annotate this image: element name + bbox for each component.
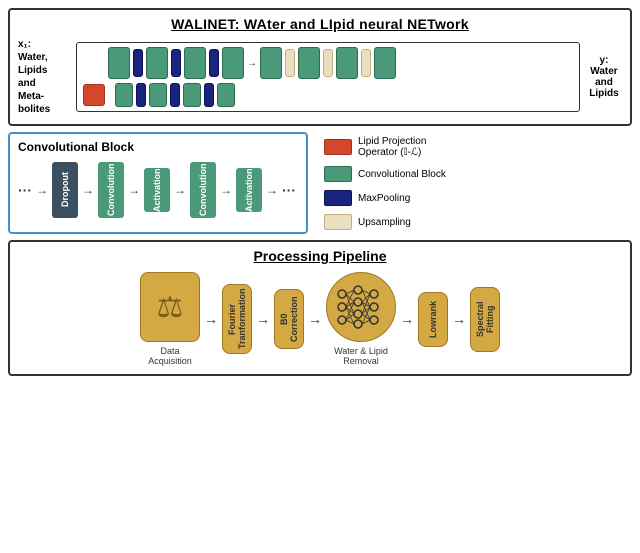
legend-icon-upsample (324, 214, 352, 230)
conv-block-1 (108, 47, 130, 79)
fourier-box: Fourier Tranformation (222, 284, 252, 354)
arrow-cb-5: → (266, 183, 278, 197)
pipeline-item-walinet: Water & LipidRemoval (326, 272, 396, 366)
arrow-mid: → (247, 58, 257, 69)
y-label: y:WaterandLipids (586, 55, 622, 99)
conv-block-diagram: ··· → Dropout → Convolution → Activation… (18, 162, 298, 218)
maxpool-2 (171, 49, 181, 77)
lipid-block (83, 84, 105, 106)
acquisition-label: Data Acquisition (143, 346, 198, 366)
activation-block-1: Activation (144, 168, 170, 212)
upsample-2 (323, 49, 333, 77)
arrow-p-3: → (308, 311, 322, 327)
arrow-cb-4: → (220, 183, 232, 197)
legend-label-conv: Convolutional Block (358, 169, 446, 180)
conv-block-b2 (149, 83, 167, 107)
maxpool-b3 (204, 83, 214, 107)
convolution-block-1: Convolution (98, 162, 124, 218)
pipeline-item-spectral: Spectral Fitting (470, 287, 500, 352)
arrow-cb-3: → (174, 183, 186, 197)
lowrank-box: Lowrank (418, 292, 448, 347)
pipeline-content: ⚖ Data Acquisition → Fourier Tranformati… (18, 272, 622, 366)
spectral-box: Spectral Fitting (470, 287, 500, 352)
maxpool-3 (209, 49, 219, 77)
conv-block-7 (336, 47, 358, 79)
pipeline-section: Processing Pipeline ⚖ Data Acquisition →… (8, 240, 632, 376)
legend-item-upsample: Upsampling (324, 214, 624, 230)
pipeline-title: Processing Pipeline (18, 248, 622, 264)
conv-block-b4 (217, 83, 235, 107)
legend-item-lipid: Lipid ProjectionOperator (𝕀-ℒ) (324, 136, 624, 158)
conv-block-2 (146, 47, 168, 79)
conv-block-3 (184, 47, 206, 79)
pipeline-item-b0: B0 Correction (274, 289, 304, 349)
maxpool-b1 (136, 83, 146, 107)
arrow-p-1: → (204, 311, 218, 327)
middle-section: Convolutional Block ··· → Dropout → Conv… (8, 132, 632, 234)
dots-left: ··· (18, 182, 32, 198)
conv-block-b3 (183, 83, 201, 107)
b0-box: B0 Correction (274, 289, 304, 349)
conv-block-section: Convolutional Block ··· → Dropout → Conv… (8, 132, 308, 234)
scale-icon: ⚖ (157, 290, 184, 325)
arrow-cb-2: → (128, 183, 140, 197)
arrow-cb-1: → (82, 183, 94, 197)
conv-block-b1 (115, 83, 133, 107)
arrow-cb-0: → (36, 183, 48, 197)
neural-network-icon (334, 280, 388, 334)
legend-label-maxpool: MaxPooling (358, 193, 410, 204)
conv-block-8 (374, 47, 396, 79)
legend-item-conv: Convolutional Block (324, 166, 624, 182)
x1-label: x₁:Water,LipidsandMeta-bolites (18, 38, 70, 116)
upsample-1 (285, 49, 295, 77)
pipeline-item-fourier: Fourier Tranformation (222, 284, 252, 354)
arrow-p-4: → (400, 311, 414, 327)
network-diagram: → (76, 42, 580, 112)
legend-item-maxpool: MaxPooling (324, 190, 624, 206)
encoder-row-top: → (83, 47, 573, 79)
legend-label-lipid: Lipid ProjectionOperator (𝕀-ℒ) (358, 136, 426, 158)
conv-block-title: Convolutional Block (18, 140, 298, 154)
legend-section: Lipid ProjectionOperator (𝕀-ℒ) Convoluti… (316, 132, 632, 234)
dots-right: ··· (282, 182, 296, 198)
conv-block-4 (222, 47, 244, 79)
pipeline-item-acquisition: ⚖ Data Acquisition (140, 272, 200, 366)
walinet-circle-box (326, 272, 396, 342)
walinet-label: Water & LipidRemoval (334, 346, 388, 366)
legend-icon-maxpool (324, 190, 352, 206)
dropout-block: Dropout (52, 162, 78, 218)
convolution-block-2: Convolution (190, 162, 216, 218)
walinet-section: WALINET: WAter and LIpid neural NETwork … (8, 8, 632, 126)
conv-block-5 (260, 47, 282, 79)
walinet-content: x₁:Water,LipidsandMeta-bolites (18, 38, 622, 116)
legend-label-upsample: Upsampling (358, 217, 411, 228)
upsample-3 (361, 49, 371, 77)
arrow-p-2: → (256, 311, 270, 327)
pipeline-item-lowrank: Lowrank (418, 292, 448, 347)
legend-icon-conv (324, 166, 352, 182)
walinet-title: WALINET: WAter and LIpid neural NETwork (18, 16, 622, 32)
conv-block-6 (298, 47, 320, 79)
arrow-p-5: → (452, 311, 466, 327)
network-rows: → (76, 42, 580, 112)
activation-block-2: Activation (236, 168, 262, 212)
maxpool-1 (133, 49, 143, 77)
maxpool-b2 (170, 83, 180, 107)
legend-icon-lipid (324, 139, 352, 155)
acquisition-box: ⚖ (140, 272, 200, 342)
main-container: WALINET: WAter and LIpid neural NETwork … (0, 0, 640, 553)
encoder-row-bottom (83, 83, 573, 107)
